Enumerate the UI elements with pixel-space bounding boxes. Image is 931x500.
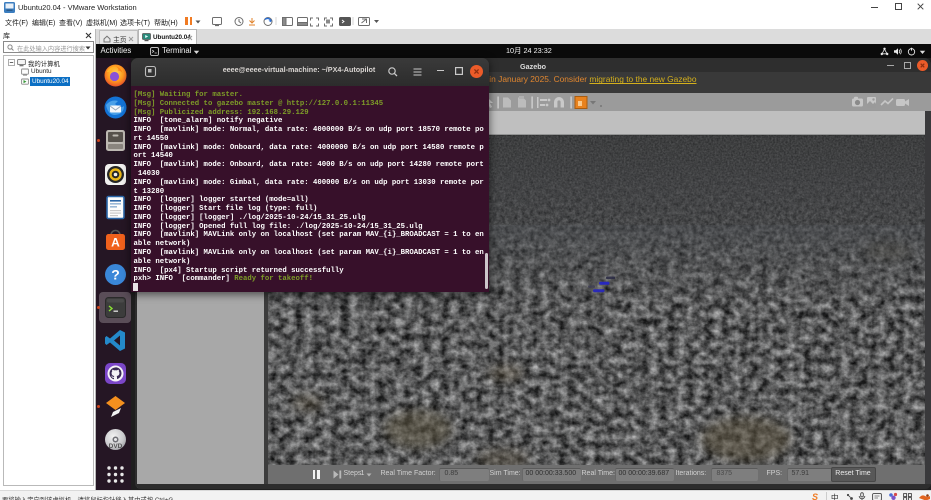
svg-text:DVD: DVD	[109, 443, 123, 450]
svg-text:?: ?	[111, 266, 120, 282]
svg-text:A: A	[111, 235, 120, 249]
